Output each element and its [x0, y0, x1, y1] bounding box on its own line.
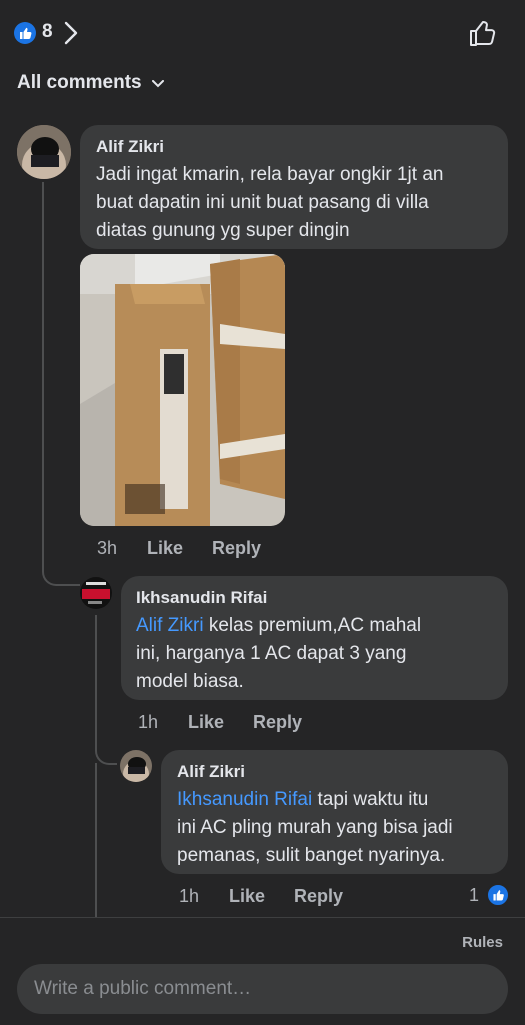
comment-text-line: Ikhsanudin Rifai tapi waktu itu — [177, 786, 428, 814]
comment-filter-dropdown[interactable]: All comments — [17, 72, 165, 98]
comment-author[interactable]: Alif Zikri — [96, 137, 164, 157]
comment-bubble: Ikhsanudin Rifai Alif Zikri kelas premiu… — [121, 576, 508, 700]
comment-timestamp: 3h — [97, 538, 118, 558]
like-post-button[interactable] — [468, 18, 498, 48]
chevron-right-icon[interactable] — [64, 21, 78, 50]
comment-bubble: Alif Zikri Jadi ingat kmarin, rela bayar… — [80, 125, 508, 249]
comment-text-line: ini AC pling murah yang bisa jadi — [177, 817, 453, 838]
comment-reactions[interactable]: 1 — [469, 882, 511, 908]
footer-bar: Rules Write a public comment… — [0, 917, 525, 1025]
like-button[interactable]: Like — [147, 538, 183, 559]
comment-text-line: model biasa. — [136, 671, 244, 692]
reaction-count: 1 — [469, 885, 480, 905]
comment-text-line: Jadi ingat kmarin, rela bayar ongkir 1jt… — [96, 164, 444, 185]
comment-bubble: Alif Zikri Ikhsanudin Rifai tapi waktu i… — [161, 750, 508, 874]
thread-line — [95, 615, 117, 765]
comment-text-line: buat dapatin ini unit buat pasang di vil… — [96, 192, 429, 213]
comment-text-line: pemanas, sulit banget nyarinya. — [177, 845, 446, 866]
filter-label: All comments — [17, 72, 142, 93]
like-reaction-icon — [486, 883, 510, 907]
reply-button[interactable]: Reply — [294, 886, 343, 907]
like-button[interactable]: Like — [229, 886, 265, 907]
thumbs-up-icon — [470, 21, 496, 46]
thread-line — [42, 182, 80, 586]
comment-author[interactable]: Alif Zikri — [177, 762, 245, 782]
avatar[interactable] — [80, 577, 112, 609]
avatar[interactable] — [17, 125, 71, 179]
chevron-down-icon — [152, 75, 165, 93]
avatar[interactable] — [120, 750, 152, 782]
mention-link[interactable]: Ikhsanudin Rifai — [177, 789, 312, 810]
comment-text-fragment: tapi waktu itu — [312, 789, 429, 810]
like-reaction-icon — [14, 22, 36, 44]
comment-text-line: diatas gunung yg super dingin — [96, 220, 350, 241]
comment-timestamp: 1h — [138, 712, 159, 732]
comment-input[interactable]: Write a public comment… — [17, 964, 508, 1014]
mention-link[interactable]: Alif Zikri — [136, 615, 204, 636]
like-button[interactable]: Like — [188, 712, 224, 733]
reaction-count: 8 — [42, 21, 53, 42]
comment-author[interactable]: Ikhsanudin Rifai — [136, 588, 267, 608]
comment-photo[interactable] — [80, 254, 285, 526]
comment-timestamp: 1h — [179, 886, 200, 906]
reply-button[interactable]: Reply — [212, 538, 261, 559]
comment-text-line: ini, harganya 1 AC dapat 3 yang — [136, 643, 407, 664]
comment-text-line: Alif Zikri kelas premium,AC mahal — [136, 612, 421, 640]
comment-input-placeholder: Write a public comment… — [34, 978, 252, 999]
reply-button[interactable]: Reply — [253, 712, 302, 733]
rules-link[interactable]: Rules — [462, 934, 503, 951]
reactions-summary[interactable]: 8 — [14, 19, 84, 47]
comment-text-fragment: kelas premium,AC mahal — [203, 615, 422, 636]
thread-line — [95, 763, 97, 918]
